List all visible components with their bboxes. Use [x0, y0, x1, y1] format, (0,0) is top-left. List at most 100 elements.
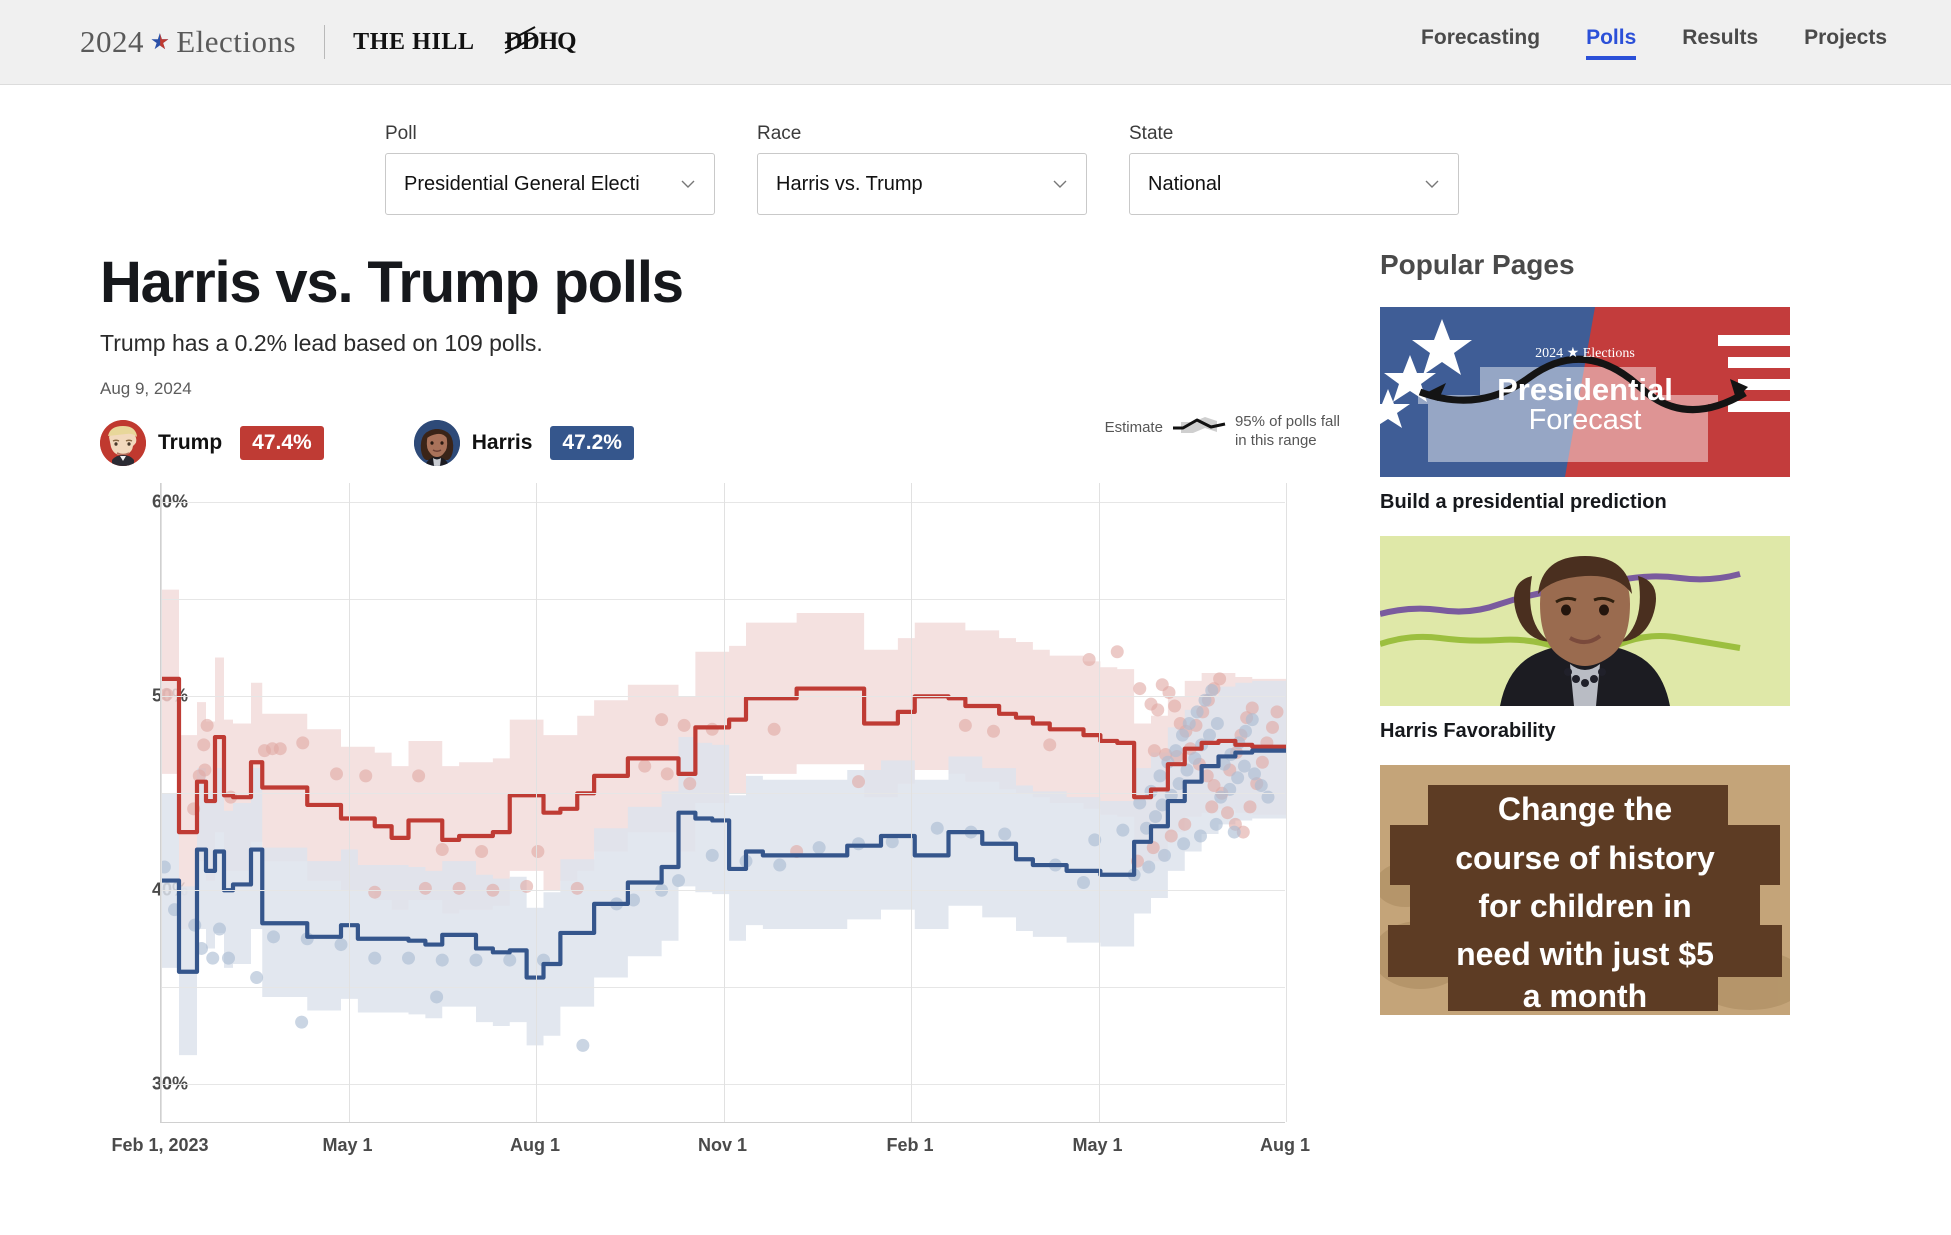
poll-point-harris[interactable]	[250, 971, 264, 985]
polling-average-chart[interactable]: 30%40%50%60% Feb 1, 2023May 1Aug 1Nov 1F…	[100, 483, 1340, 1183]
site-brand[interactable]: 2024 ★ Elections THE HILL DDHQ	[80, 24, 577, 60]
poll-point-harris[interactable]	[1231, 771, 1245, 785]
poll-point-harris[interactable]	[503, 953, 517, 967]
poll-point-trump[interactable]	[638, 759, 652, 773]
poll-point-trump[interactable]	[435, 843, 449, 857]
poll-point-harris[interactable]	[213, 922, 226, 936]
poll-point-harris[interactable]	[812, 841, 826, 855]
nav-item-polls[interactable]: Polls	[1586, 26, 1637, 60]
poll-point-harris[interactable]	[1169, 744, 1183, 758]
poll-point-harris[interactable]	[576, 1038, 590, 1052]
poll-point-harris[interactable]	[1142, 860, 1156, 874]
poll-point-harris[interactable]	[705, 848, 719, 862]
poll-point-trump[interactable]	[330, 767, 343, 781]
poll-point-harris[interactable]	[1194, 829, 1207, 843]
poll-point-harris[interactable]	[1182, 716, 1196, 730]
candidate-harris[interactable]: Harris 47.2%	[413, 420, 634, 466]
poll-point-trump[interactable]	[655, 713, 669, 727]
poll-point-harris[interactable]	[1158, 848, 1171, 862]
poll-point-harris[interactable]	[1254, 779, 1268, 793]
poll-point-trump[interactable]	[1082, 652, 1096, 666]
poll-point-harris[interactable]	[206, 951, 220, 965]
nav-item-projects[interactable]: Projects	[1804, 26, 1887, 58]
poll-point-harris[interactable]	[1190, 705, 1204, 719]
poll-point-trump[interactable]	[359, 769, 373, 783]
poll-point-trump[interactable]	[1266, 720, 1279, 734]
poll-point-trump[interactable]	[200, 718, 214, 732]
poll-point-harris[interactable]	[402, 951, 415, 965]
poll-point-harris[interactable]	[930, 821, 944, 835]
poll-point-trump[interactable]	[1151, 703, 1165, 717]
poll-point-trump[interactable]	[1221, 806, 1234, 820]
poll-point-harris[interactable]	[368, 951, 382, 965]
poll-point-trump[interactable]	[296, 736, 310, 750]
candidate-trump[interactable]: Trump 47.4%	[100, 420, 324, 466]
nav-item-results[interactable]: Results	[1682, 26, 1758, 58]
poll-point-trump[interactable]	[1043, 738, 1057, 752]
poll-point-trump[interactable]	[987, 724, 1000, 738]
poll-point-trump[interactable]	[660, 767, 674, 781]
poll-point-trump[interactable]	[1164, 829, 1178, 843]
poll-point-harris[interactable]	[334, 938, 348, 952]
poll-point-harris[interactable]	[188, 918, 202, 932]
poll-point-harris[interactable]	[1248, 767, 1261, 781]
poll-point-trump[interactable]	[418, 881, 432, 895]
poll-point-trump[interactable]	[677, 718, 691, 732]
poll-point-harris[interactable]	[469, 953, 483, 967]
poll-point-harris[interactable]	[1205, 684, 1219, 698]
poll-point-trump[interactable]	[1213, 672, 1227, 686]
poll-point-harris[interactable]	[1116, 823, 1130, 837]
poll-point-harris[interactable]	[430, 990, 444, 1004]
poll-point-harris[interactable]	[267, 930, 280, 944]
poll-point-harris[interactable]	[1188, 751, 1202, 765]
poll-point-trump[interactable]	[1255, 755, 1269, 769]
poll-point-harris[interactable]	[1077, 876, 1090, 890]
poll-point-trump[interactable]	[1245, 701, 1259, 715]
poll-point-trump[interactable]	[1243, 800, 1257, 814]
poll-point-harris[interactable]	[1245, 713, 1259, 727]
poll-point-trump[interactable]	[475, 844, 489, 858]
poll-point-harris[interactable]	[435, 953, 449, 967]
race-select[interactable]: Harris vs. Trump	[757, 153, 1087, 215]
poll-point-harris[interactable]	[672, 874, 685, 888]
poll-select[interactable]: Presidential General Electi	[385, 153, 715, 215]
poll-point-harris[interactable]	[1153, 769, 1167, 783]
poll-point-trump[interactable]	[452, 881, 466, 895]
poll-point-harris[interactable]	[222, 951, 235, 965]
poll-point-trump[interactable]	[197, 738, 211, 752]
poll-point-trump[interactable]	[273, 742, 287, 756]
poll-point-trump[interactable]	[852, 775, 865, 789]
poll-point-trump[interactable]	[531, 844, 545, 858]
poll-point-harris[interactable]	[295, 1015, 309, 1029]
poll-point-trump[interactable]	[958, 718, 972, 732]
sponsored-ad-card[interactable]: Change the course of history for childre…	[1380, 765, 1790, 1015]
poll-point-harris[interactable]	[1209, 817, 1223, 831]
poll-point-harris[interactable]	[998, 827, 1012, 841]
poll-point-trump[interactable]	[1270, 705, 1284, 719]
popular-card-harris-favorability[interactable]: Harris Favorability	[1380, 536, 1790, 743]
poll-point-trump[interactable]	[412, 769, 426, 783]
poll-point-trump[interactable]	[1147, 744, 1161, 758]
poll-point-harris[interactable]	[1176, 728, 1189, 742]
poll-point-trump[interactable]	[198, 763, 212, 777]
poll-point-trump[interactable]	[1110, 645, 1124, 659]
poll-point-trump[interactable]	[1205, 800, 1219, 814]
poll-point-harris[interactable]	[773, 858, 787, 872]
popular-card-presidential-forecast[interactable]: 2024 ★ Elections Presidential Forecast B…	[1380, 307, 1790, 514]
poll-point-harris[interactable]	[1149, 810, 1162, 824]
poll-point-trump[interactable]	[683, 777, 697, 791]
poll-point-harris[interactable]	[1239, 724, 1252, 738]
poll-point-trump[interactable]	[767, 722, 781, 736]
poll-point-harris[interactable]	[1203, 728, 1216, 742]
poll-point-trump[interactable]	[1133, 682, 1147, 696]
chart-plot-area[interactable]	[160, 483, 1287, 1123]
poll-point-trump[interactable]	[1178, 817, 1192, 831]
poll-point-harris[interactable]	[1177, 837, 1191, 851]
nav-item-forecasting[interactable]: Forecasting	[1421, 26, 1540, 58]
poll-point-trump[interactable]	[570, 881, 584, 895]
state-select[interactable]: National	[1129, 153, 1459, 215]
poll-point-harris[interactable]	[1227, 825, 1241, 839]
poll-point-harris[interactable]	[1210, 716, 1224, 730]
poll-point-trump[interactable]	[368, 885, 382, 899]
poll-point-trump[interactable]	[1168, 699, 1182, 713]
